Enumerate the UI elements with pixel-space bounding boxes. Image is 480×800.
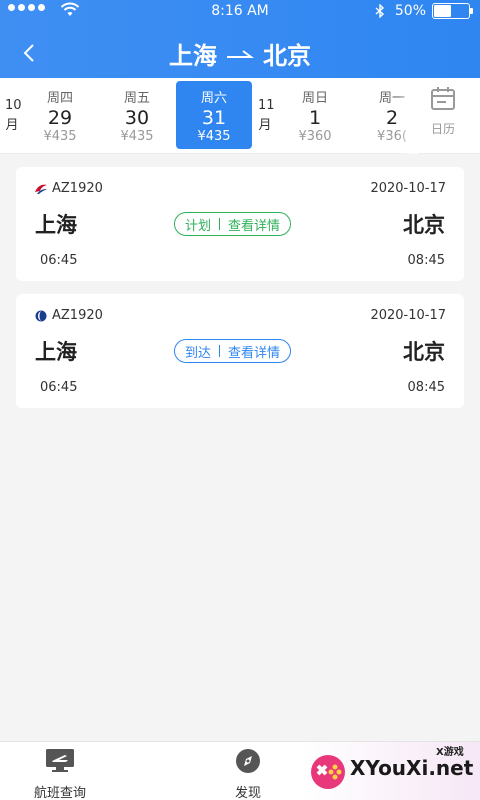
status-bar: 8:16 AM 50%: [0, 0, 480, 22]
calendar-button[interactable]: 日历: [418, 86, 468, 146]
status-pill[interactable]: 到达 查看详情: [174, 339, 292, 363]
date-number: 29: [47, 107, 73, 129]
date-item[interactable]: 周四 29 ¥435: [22, 81, 98, 149]
china-southern-logo-icon: [35, 310, 47, 321]
date-weekday: 周五: [123, 91, 150, 106]
date-item-selected[interactable]: 周六 31 ¥435: [176, 81, 252, 149]
month-oct-num: 10: [5, 98, 22, 113]
date-strip: 10 月 周四 29 ¥435 周五 30 ¥435 周六 31 ¥435 11 月…: [0, 78, 480, 154]
flight-status: 到达: [185, 345, 212, 361]
date-price: ¥435: [43, 129, 77, 144]
tab-label: 航班查询: [33, 786, 86, 800]
month-label-nov: 11 月: [258, 98, 275, 133]
departure-time: 06:45: [40, 253, 78, 268]
compass-icon: [236, 749, 260, 773]
watermark: X游戏 XYouXi.net: [302, 742, 480, 800]
date-item[interactable]: 周日 1 ¥360: [277, 81, 353, 149]
flight-date: 2020-10-17: [370, 181, 446, 196]
arrival-time: 08:45: [407, 253, 445, 268]
gamepad-logo-icon: [311, 755, 345, 789]
date-weekday: 周六: [200, 91, 227, 106]
calendar-label: 日历: [430, 122, 455, 136]
flight-status: 计划: [185, 218, 212, 234]
tab-label: 发现: [234, 786, 261, 800]
date-strip-fade: [398, 78, 418, 154]
tab-discover[interactable]: 发现: [216, 748, 280, 800]
flight-date: 2020-10-17: [370, 308, 446, 323]
departure-city: 上海: [35, 213, 77, 237]
date-price: ¥435: [197, 129, 231, 144]
date-weekday: 周四: [46, 91, 73, 106]
route-from: 上海: [169, 42, 217, 70]
route-arrow-icon: [227, 49, 254, 58]
flight-card[interactable]: AZ1920 2020-10-17 上海 到达 查看详情 北京 06:45 08…: [16, 294, 464, 408]
battery-icon: [432, 3, 473, 19]
flight-board-icon: [46, 749, 74, 772]
pill-divider: [219, 218, 221, 230]
route-to: 北京: [263, 42, 311, 70]
tab-flight-search[interactable]: 航班查询: [28, 748, 92, 800]
date-price: ¥360: [298, 129, 332, 144]
header: 8:16 AM 50% 上海 北京: [0, 0, 480, 78]
flight-card[interactable]: AZ1920 2020-10-17 上海 计划 查看详情 北京 06:45 08…: [16, 167, 464, 281]
view-details-link[interactable]: 查看详情: [228, 215, 280, 234]
flight-number: AZ1920: [52, 308, 103, 323]
arrival-city: 北京: [403, 213, 445, 237]
pill-divider: [219, 345, 221, 357]
watermark-text: XYouXi.net: [350, 756, 474, 780]
date-price: ¥435: [120, 129, 154, 144]
calendar-icon: [431, 87, 455, 110]
status-pill[interactable]: 计划 查看详情: [174, 212, 292, 236]
view-details-link[interactable]: 查看详情: [228, 342, 280, 361]
date-item[interactable]: 周五 30 ¥435: [99, 81, 175, 149]
battery-percent: 50%: [394, 3, 426, 19]
departure-time: 06:45: [40, 380, 78, 395]
arrival-time: 08:45: [407, 380, 445, 395]
month-label-oct: 10 月: [5, 98, 22, 133]
date-number: 30: [124, 107, 150, 129]
route-title: 上海 北京: [0, 36, 480, 71]
china-eastern-logo-icon: [35, 184, 47, 194]
departure-city: 上海: [35, 340, 77, 364]
date-number: 31: [201, 107, 227, 129]
date-number: 1: [308, 107, 322, 129]
flight-number: AZ1920: [52, 181, 103, 196]
date-weekday: 周日: [301, 91, 328, 106]
arrival-city: 北京: [403, 340, 445, 364]
bluetooth-icon: [375, 4, 384, 18]
